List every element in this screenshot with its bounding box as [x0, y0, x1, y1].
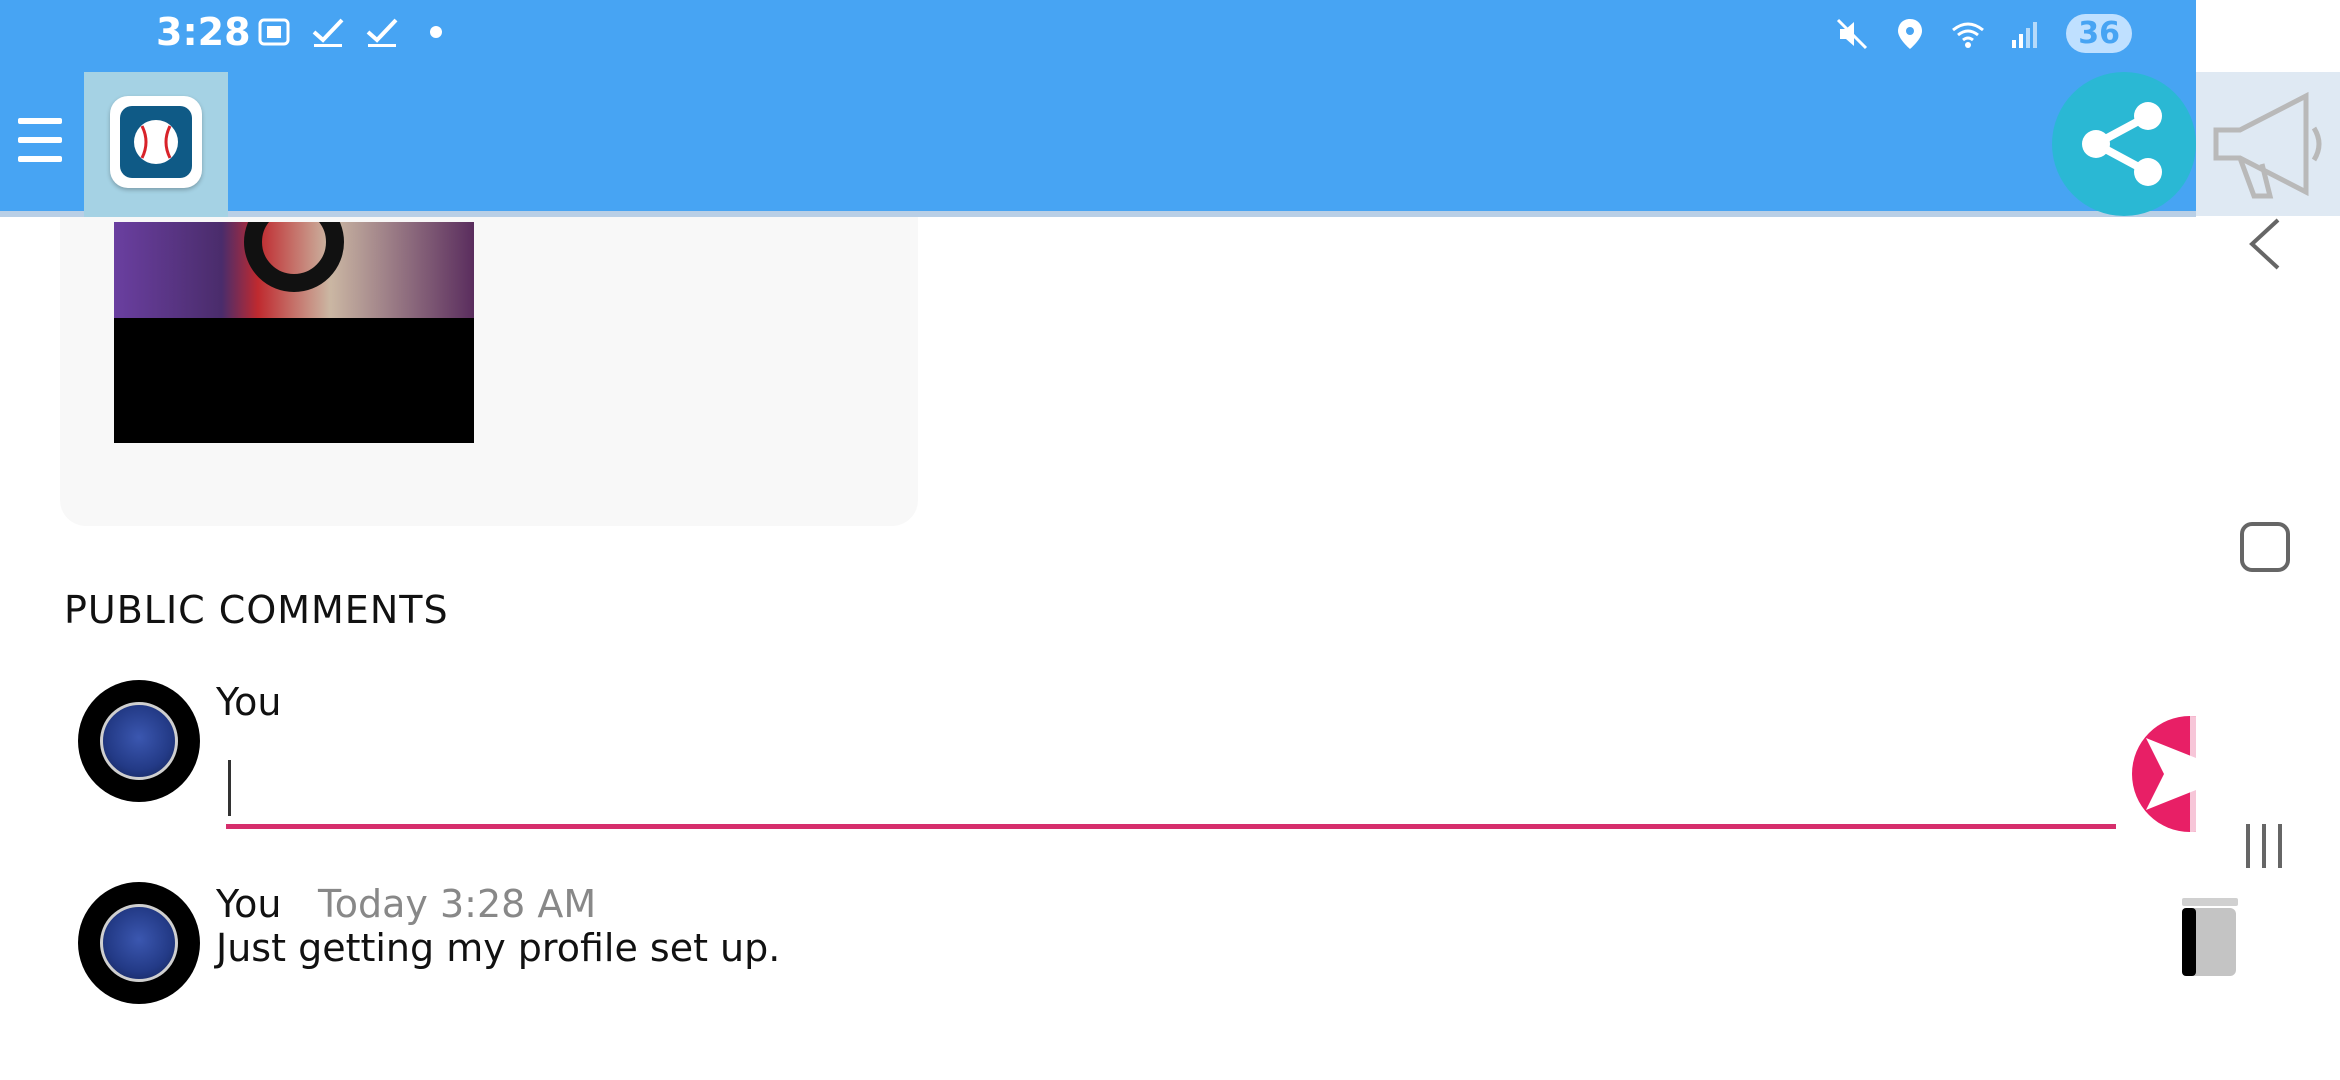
send-icon [2146, 716, 2196, 832]
send-button[interactable] [2132, 716, 2196, 832]
share-button[interactable] [2052, 72, 2196, 216]
hamburger-icon[interactable] [18, 118, 62, 170]
recent-apps-icon[interactable] [2242, 822, 2286, 870]
wifi-icon [1952, 22, 1985, 48]
avatar-emblem [100, 702, 178, 780]
battery-level: 36 [2066, 14, 2132, 53]
comment-body: Just getting my profile set up. [216, 926, 781, 970]
signal-icon [2012, 21, 2038, 48]
avatar [78, 680, 200, 802]
location-icon [1898, 18, 1923, 49]
app-header: 3:28 36 [0, 0, 2196, 217]
comment-input-field[interactable] [226, 752, 2116, 829]
avatar-emblem [100, 904, 178, 982]
status-notification-icons [256, 14, 454, 50]
back-icon[interactable] [2244, 216, 2284, 272]
status-time: 3:28 [156, 10, 251, 54]
status-system-icons: 36 [1834, 14, 2132, 53]
comment-timestamp: Today 3:28 AM [318, 882, 597, 926]
composer-author: You [216, 680, 282, 724]
share-icon [2082, 102, 2162, 186]
check-icon [366, 18, 398, 47]
avatar [78, 882, 200, 1004]
public-comments-heading: PUBLIC COMMENTS [64, 588, 449, 632]
comment-input[interactable] [236, 760, 2100, 818]
megaphone-icon[interactable] [2196, 72, 2340, 216]
baseball-icon [134, 120, 178, 164]
home-icon[interactable] [2240, 522, 2290, 572]
screenshot-icon [258, 18, 290, 46]
comment-author: You [216, 882, 282, 926]
dot-icon [430, 26, 442, 38]
text-cursor [228, 760, 231, 816]
app-logo-button[interactable] [84, 72, 228, 217]
app-screen: PUBLIC COMMENTS You You Today 3:28 AM Ju… [0, 0, 2196, 1080]
video-thumbnail[interactable] [114, 222, 474, 443]
trash-icon[interactable] [2180, 894, 2240, 978]
check-icon [312, 18, 344, 47]
mute-icon [1837, 18, 1868, 49]
baseball-app-icon [110, 96, 202, 188]
